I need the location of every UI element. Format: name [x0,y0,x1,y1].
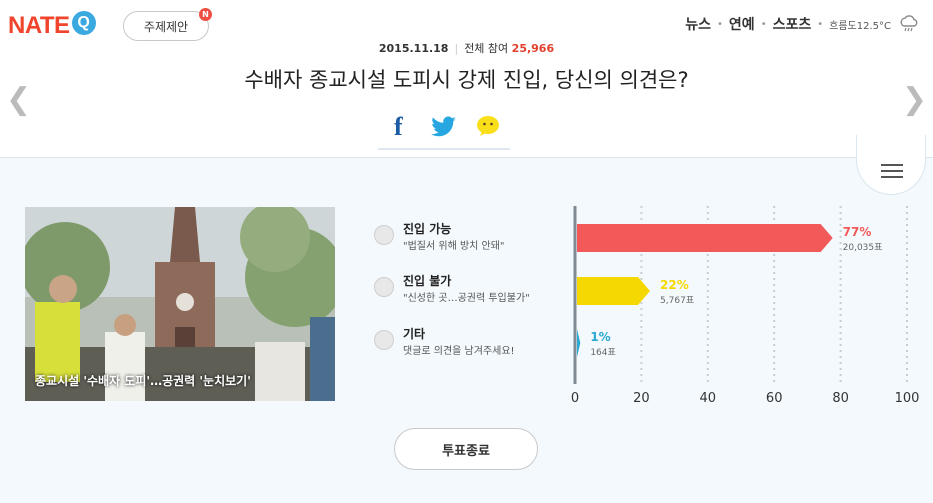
poll-title: 수배자 종교시설 도피시 강제 진입, 당신의 의견은? [244,68,689,92]
nav-entertainment[interactable]: 연예 [729,14,755,34]
count-label: 20,035표 [843,243,883,253]
poll-date: 2015.11.18 [378,42,449,55]
suggest-topic-button[interactable]: 주제제안 [123,11,209,41]
option-desc: 댓글로 의견을 남겨주세요! [403,346,515,357]
kakaotalk-icon[interactable] [476,115,500,137]
option-desc: "신성한 곳…공권력 투입불가" [403,293,530,304]
next-arrow-icon[interactable]: ❯ [902,82,927,117]
percent-label: 22% [660,278,689,292]
participants-label: 전체 참여 [464,42,509,55]
nav-separator: • [760,18,767,30]
share-bar: f [378,108,510,150]
poll-option-other[interactable]: 기타 댓글로 의견을 남겨주세요! [374,322,554,358]
radio-no[interactable] [374,277,394,297]
vote-end-button[interactable]: 투표종료 [394,428,538,470]
rain-cloud-icon [900,15,918,32]
x-tick-label: 20 [633,391,650,406]
poll-option-no[interactable]: 진입 불가 "신성한 곳…공권력 투입불가" [374,269,564,305]
x-tick-label: 60 [766,391,783,406]
bar-0 [577,224,833,252]
count-label: 164표 [590,348,615,358]
nav-separator: • [817,18,824,30]
results-chart: 0 20 40 60 80 100 77% 20,035표 22% 5,767표 1% 164표 [571,206,920,406]
x-tick-label: 40 [700,391,717,406]
percent-label: 77% [843,225,872,239]
count-label: 5,767표 [660,296,694,306]
nav-sports[interactable]: 스포츠 [773,14,812,34]
radio-other[interactable] [374,330,394,350]
nav-separator: • [717,18,723,30]
bar-1 [577,277,651,305]
top-nav: 뉴스 • 연예 • 스포츠 • 흐름도12.5°C [685,14,919,34]
facebook-icon[interactable]: f [394,112,403,142]
twitter-icon[interactable] [431,116,457,138]
photo-caption: 종교시설 '수배자 도피'…공권력 '눈치보기' [35,374,251,388]
poll-photo[interactable]: 종교시설 '수배자 도피'…공권력 '눈치보기' [25,207,335,401]
poll-meta: 2015.11.18 | 전체 참여 25,966 [0,40,933,56]
logo-text: NATE [8,12,70,39]
option-label: 진입 가능 [403,222,452,236]
meta-separator: | [454,42,459,55]
prev-arrow-icon[interactable]: ❮ [6,82,31,117]
new-badge: N [199,8,212,21]
percent-label: 1% [590,330,610,344]
radio-yes[interactable] [374,225,394,245]
participants-count: 25,966 [511,42,555,55]
x-tick-label: 0 [571,391,579,406]
option-desc: "법질서 위해 방치 안돼" [403,241,505,252]
bar-2 [577,329,581,357]
option-label: 진입 불가 [403,274,452,288]
nav-news[interactable]: 뉴스 [685,14,711,34]
nate-logo[interactable]: NATE Q [8,10,96,42]
logo-q-icon: Q [71,11,96,35]
poll-option-yes[interactable]: 진입 가능 "법질서 위해 방치 안돼" [374,217,554,253]
x-tick-label: 80 [832,391,849,406]
option-label: 기타 [403,327,426,341]
x-tick-label: 100 [895,391,920,406]
weather-text: 흐름도12.5°C [829,20,891,32]
